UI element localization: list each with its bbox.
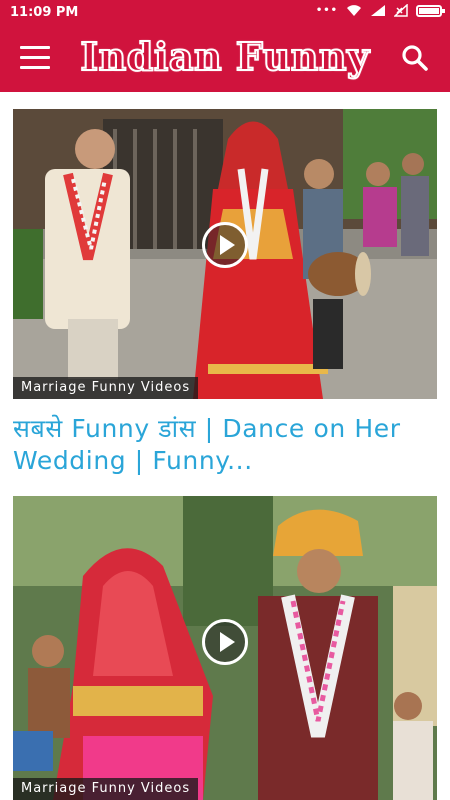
no-sim-icon bbox=[394, 4, 408, 17]
wifi-icon bbox=[347, 5, 361, 16]
status-time: 11:09 PM bbox=[10, 5, 79, 20]
video-feed[interactable]: Marriage Funny Videos सबसे Funny डांस | … bbox=[0, 92, 450, 800]
play-button[interactable] bbox=[202, 619, 248, 665]
app-title: Indian Funny bbox=[79, 33, 370, 80]
video-thumbnail[interactable]: Marriage Funny Videos bbox=[13, 109, 437, 399]
battery-icon bbox=[416, 4, 445, 17]
search-icon[interactable] bbox=[400, 43, 430, 73]
app-bar: Indian Funny bbox=[0, 26, 450, 92]
video-thumbnail[interactable]: Marriage Funny Videos bbox=[13, 496, 437, 800]
status-icons: ••• bbox=[315, 4, 445, 17]
status-bar: 11:09 PM ••• bbox=[0, 0, 450, 26]
signal-icon bbox=[371, 5, 385, 16]
category-label[interactable]: Marriage Funny Videos bbox=[13, 377, 199, 399]
dots-icon: ••• bbox=[315, 5, 338, 16]
category-label[interactable]: Marriage Funny Videos bbox=[13, 778, 199, 800]
play-button[interactable] bbox=[202, 222, 248, 268]
video-title[interactable]: सबसे Funny डांस | Dance on Her Wedding |… bbox=[13, 413, 439, 477]
